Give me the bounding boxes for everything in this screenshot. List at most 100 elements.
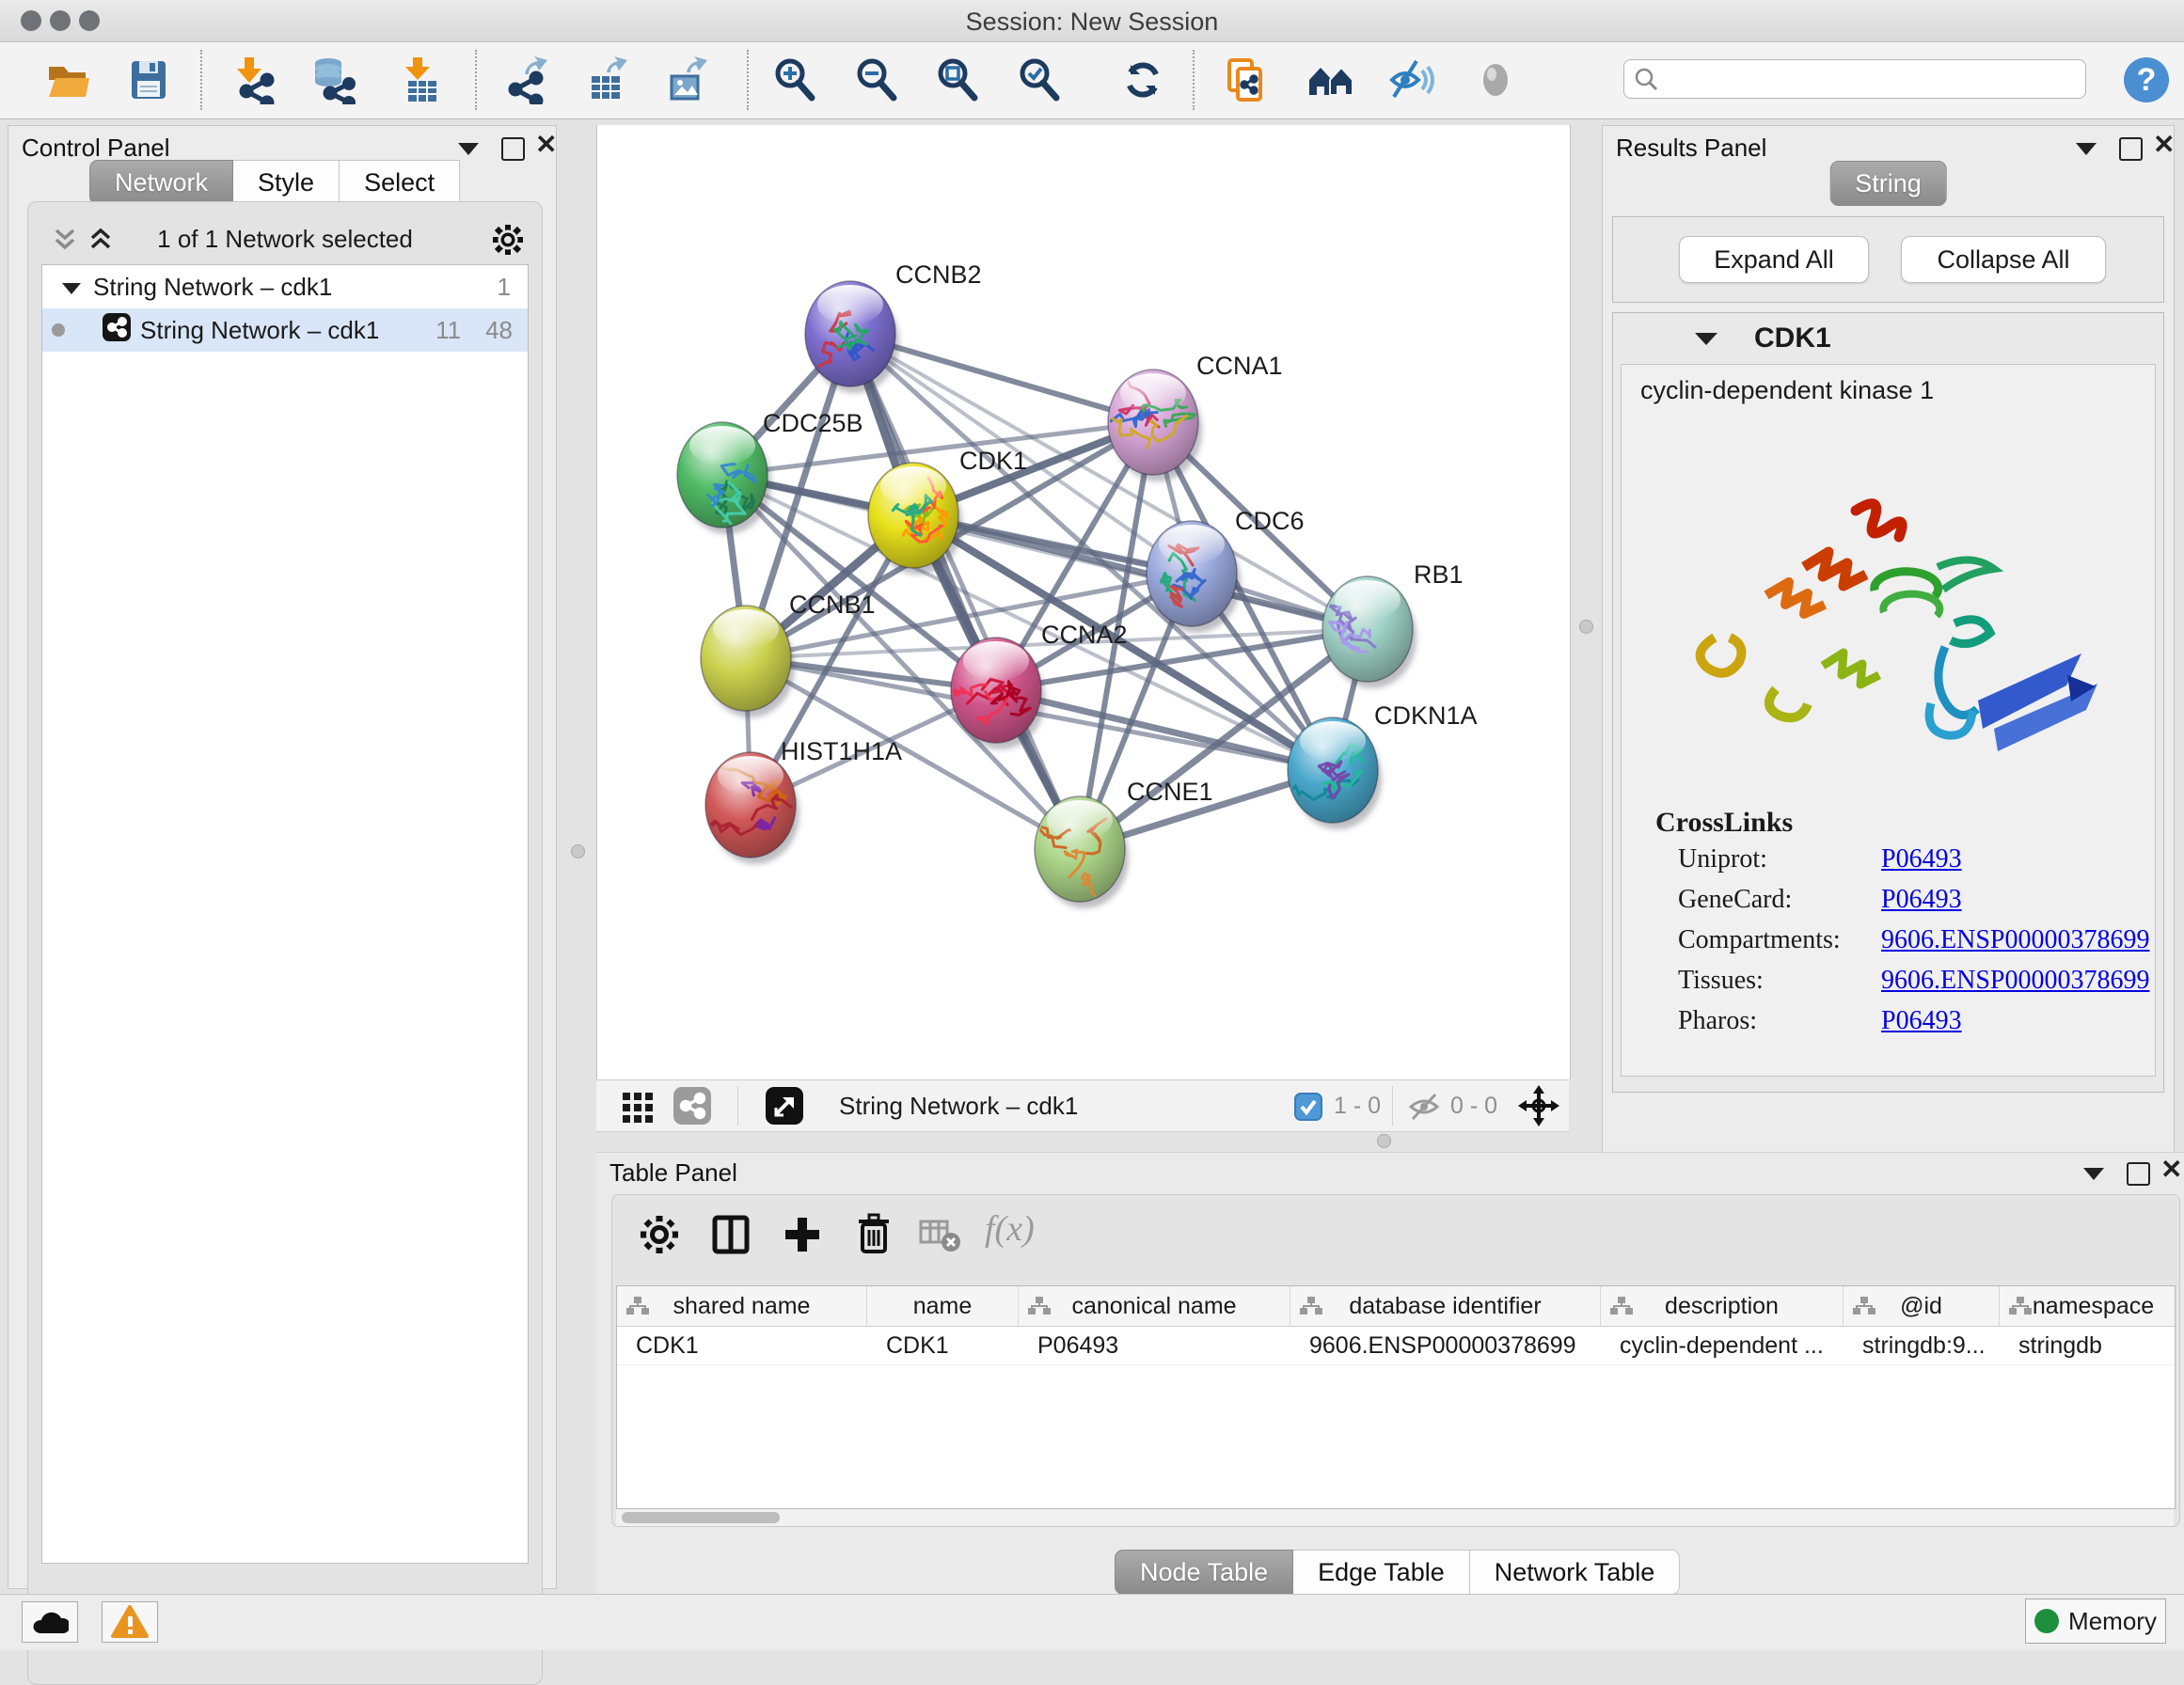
cell-shared-name[interactable]: CDK1 bbox=[617, 1327, 867, 1364]
crosslink-pharos[interactable]: P06493 bbox=[1881, 1006, 1962, 1036]
birdseye-navigator-icon[interactable] bbox=[1518, 1085, 1559, 1131]
zoom-fit-icon[interactable] bbox=[933, 55, 982, 104]
close-panel-icon[interactable]: ✕ bbox=[2160, 1159, 2182, 1180]
help-icon[interactable]: ? bbox=[2120, 54, 2169, 102]
detach-view-icon[interactable] bbox=[766, 1087, 803, 1129]
cell-namespace[interactable]: stringdb bbox=[2000, 1327, 2176, 1364]
column-header-database-identifier[interactable]: database identifier bbox=[1290, 1286, 1601, 1326]
cell--id[interactable]: stringdb:9... bbox=[1844, 1327, 2000, 1364]
memory-button[interactable]: Memory bbox=[2025, 1598, 2166, 1644]
network-node-RB1[interactable]: RB1 bbox=[1322, 560, 1464, 688]
close-panel-icon[interactable]: ✕ bbox=[535, 134, 557, 155]
network-node-CDC6[interactable]: CDC6 bbox=[1147, 507, 1305, 633]
show-columns-icon[interactable] bbox=[706, 1210, 755, 1259]
cloud-button[interactable] bbox=[22, 1601, 78, 1643]
network-view-icon[interactable] bbox=[673, 1087, 711, 1129]
network-canvas[interactable]: CCNB2CCNA1CDC25BCDK1CDC6RB1CCNB1CCNA2CDK… bbox=[596, 125, 1571, 1079]
section-collapse-icon[interactable] bbox=[1694, 330, 1718, 352]
scrollbar-thumb[interactable] bbox=[622, 1512, 780, 1523]
float-panel-icon[interactable] bbox=[2119, 137, 2143, 161]
save-session-icon[interactable] bbox=[124, 55, 173, 104]
right-splitter-grip[interactable] bbox=[1579, 620, 1593, 634]
network-collection-row[interactable]: String Network – cdk1 1 bbox=[42, 265, 528, 308]
import-table-file-icon[interactable] bbox=[397, 55, 446, 104]
gene-section-header[interactable]: CDK1 bbox=[1613, 313, 2163, 362]
export-table-icon[interactable] bbox=[582, 55, 631, 104]
collapse-all-button[interactable]: Collapse All bbox=[1901, 236, 2106, 283]
node-table[interactable]: shared namenamecanonical namedatabase id… bbox=[616, 1285, 2176, 1509]
warnings-button[interactable] bbox=[102, 1601, 158, 1643]
copy-network-icon[interactable] bbox=[1222, 55, 1271, 104]
grid-view-icon[interactable] bbox=[619, 1087, 657, 1129]
network-node-HIST1H1A[interactable]: HIST1H1A bbox=[705, 737, 902, 864]
control-panel: Control Panel ✕ NetworkStyleSelectSets 1… bbox=[8, 125, 557, 1589]
network-selected-status: 1 of 1 Network selected bbox=[28, 225, 542, 254]
left-splitter-grip[interactable] bbox=[571, 844, 585, 858]
network-node-CCNE1[interactable]: CCNE1 bbox=[1035, 778, 1213, 908]
panel-menu-icon[interactable] bbox=[2076, 143, 2097, 155]
hide-unhide-icon[interactable] bbox=[1386, 55, 1435, 104]
panel-menu-icon[interactable] bbox=[458, 143, 479, 155]
column-header-shared-name[interactable]: shared name bbox=[617, 1286, 867, 1326]
crosslink-genecard[interactable]: P06493 bbox=[1881, 885, 1962, 915]
crosslink-tissues[interactable]: 9606.ENSP00000378699 bbox=[1881, 966, 2149, 996]
crosslink-compartments[interactable]: 9606.ENSP00000378699 bbox=[1881, 925, 2149, 955]
function-builder-icon[interactable]: f(x) bbox=[985, 1208, 1035, 1250]
edge-count: 48 bbox=[485, 316, 513, 345]
network-node-CDKN1A[interactable]: CDKN1A bbox=[1285, 701, 1478, 829]
cell-name[interactable]: CDK1 bbox=[867, 1327, 1019, 1364]
tab-string[interactable]: String bbox=[1829, 161, 1947, 206]
float-panel-icon[interactable] bbox=[501, 137, 525, 161]
cell-description[interactable]: cyclin-dependent ... bbox=[1601, 1327, 1844, 1364]
tab-node-table[interactable]: Node Table bbox=[1115, 1550, 1293, 1595]
gear-icon[interactable] bbox=[491, 223, 525, 257]
svg-text:CDKN1A: CDKN1A bbox=[1374, 701, 1478, 730]
export-network-icon[interactable] bbox=[502, 55, 551, 104]
cell-database-identifier[interactable]: 9606.ENSP00000378699 bbox=[1290, 1327, 1601, 1364]
tree-expand-icon[interactable] bbox=[61, 273, 82, 302]
eye-icon[interactable] bbox=[1471, 55, 1520, 104]
table-row[interactable]: CDK1CDK1P064939606.ENSP00000378699cyclin… bbox=[617, 1327, 2175, 1365]
column-header-namespace[interactable]: namespace bbox=[2000, 1286, 2176, 1326]
tab-network-table[interactable]: Network Table bbox=[1470, 1550, 1681, 1595]
bottom-splitter-grip[interactable] bbox=[1377, 1134, 1391, 1148]
delete-column-icon[interactable] bbox=[849, 1210, 898, 1259]
zoom-in-icon[interactable] bbox=[770, 55, 819, 104]
delete-table-icon[interactable] bbox=[915, 1210, 964, 1259]
zoom-selected-icon[interactable] bbox=[1015, 55, 1064, 104]
selected-checkbox-icon[interactable] bbox=[1294, 1093, 1322, 1126]
add-column-icon[interactable] bbox=[778, 1210, 827, 1259]
expand-all-button[interactable]: Expand All bbox=[1679, 236, 1869, 283]
close-panel-icon[interactable]: ✕ bbox=[2153, 134, 2175, 155]
table-panel: Table Panel ✕ f(x) shared namenamecanoni… bbox=[596, 1152, 2184, 1595]
column-header-description[interactable]: description bbox=[1601, 1286, 1844, 1326]
string-network-graph[interactable]: CCNB2CCNA1CDC25BCDK1CDC6RB1CCNB1CCNA2CDK… bbox=[597, 125, 1570, 1079]
cell-canonical-name[interactable]: P06493 bbox=[1019, 1327, 1290, 1364]
gear-icon[interactable] bbox=[635, 1210, 684, 1259]
zoom-out-icon[interactable] bbox=[852, 55, 901, 104]
panel-menu-icon[interactable] bbox=[2083, 1168, 2104, 1180]
search-box[interactable] bbox=[1623, 59, 2086, 99]
export-image-icon[interactable] bbox=[662, 55, 711, 104]
column-header--id[interactable]: @id bbox=[1844, 1286, 2000, 1326]
tab-select[interactable]: Select bbox=[340, 160, 460, 205]
horizontal-scrollbar[interactable] bbox=[616, 1509, 2174, 1526]
toolbar-separator bbox=[737, 1086, 738, 1126]
import-network-file-icon[interactable] bbox=[229, 55, 278, 104]
tab-network[interactable]: Network bbox=[89, 160, 233, 205]
column-header-canonical-name[interactable]: canonical name bbox=[1019, 1286, 1290, 1326]
string-home-icon[interactable] bbox=[1306, 55, 1355, 104]
import-network-database-icon[interactable] bbox=[309, 55, 358, 104]
crosslink-uniprot[interactable]: P06493 bbox=[1881, 844, 1962, 874]
float-panel-icon[interactable] bbox=[2127, 1162, 2150, 1186]
hidden-eye-icon[interactable] bbox=[1407, 1090, 1441, 1128]
tab-edge-table[interactable]: Edge Table bbox=[1293, 1550, 1470, 1595]
column-header-name[interactable]: name bbox=[867, 1286, 1019, 1326]
search-input[interactable] bbox=[1666, 65, 2076, 94]
network-row[interactable]: String Network – cdk1 11 48 bbox=[42, 308, 528, 352]
apply-layout-icon[interactable] bbox=[1118, 55, 1167, 104]
tab-style[interactable]: Style bbox=[233, 160, 340, 205]
crosslink-row: GeneCard:P06493 bbox=[1655, 879, 2149, 920]
open-session-icon[interactable] bbox=[44, 55, 93, 104]
network-node-CCNA1[interactable]: CCNA1 bbox=[1091, 352, 1282, 481]
